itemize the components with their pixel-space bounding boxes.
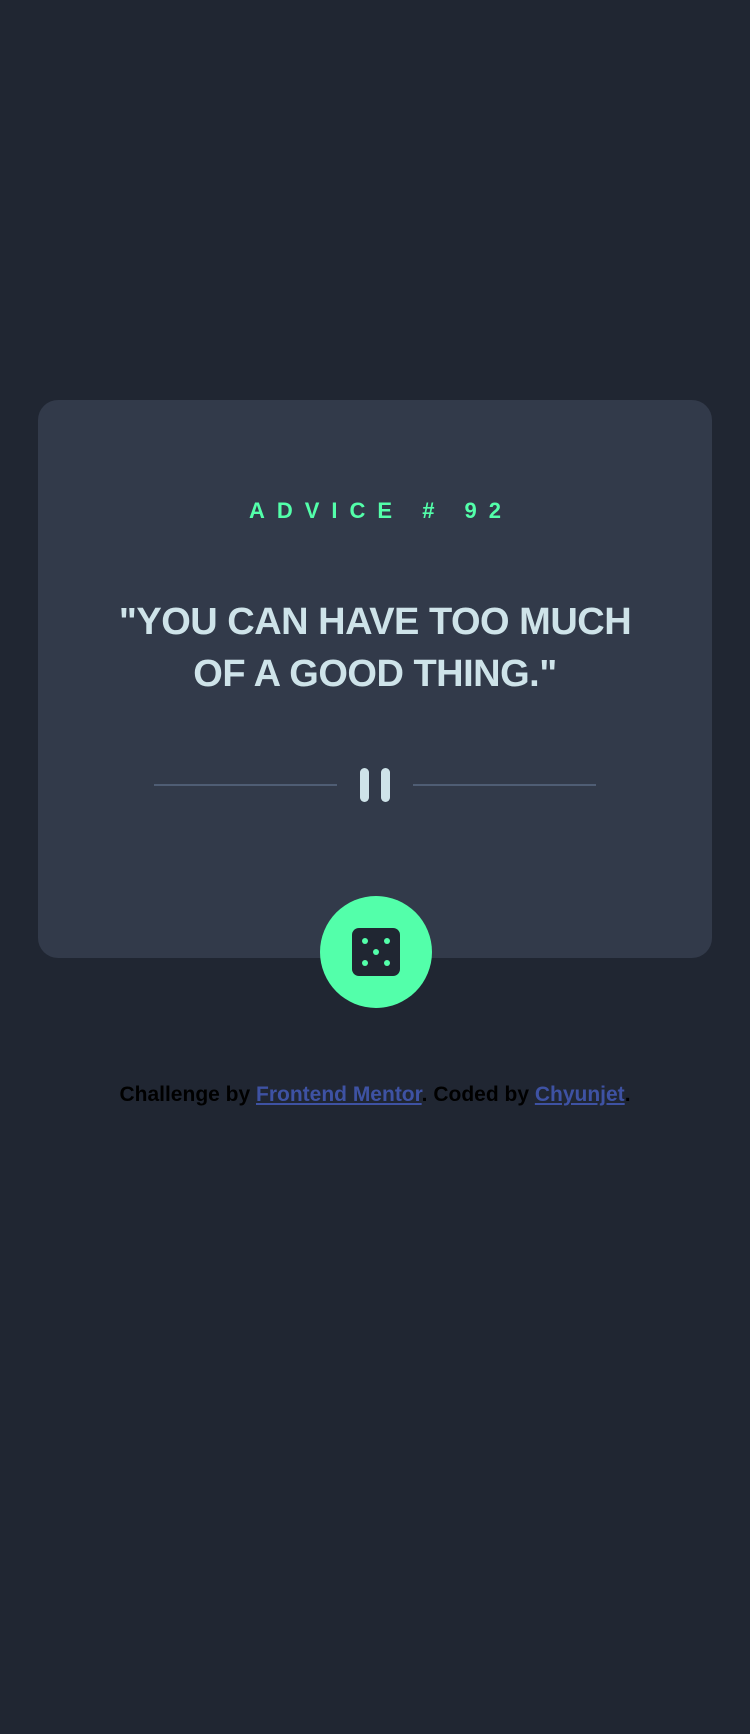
- attribution-middle: . Coded by: [421, 1083, 535, 1106]
- attribution-prefix: Challenge by: [119, 1083, 256, 1106]
- pattern-divider: [154, 768, 596, 802]
- dice-icon: [352, 928, 400, 976]
- advice-card: ADVICE # 92 "YOU CAN HAVE TOO MUCH OF A …: [38, 400, 712, 958]
- attribution-footer: Challenge by Frontend Mentor. Coded by C…: [0, 1080, 750, 1110]
- attribution-suffix: .: [624, 1083, 631, 1106]
- pause-divider-icon: [360, 768, 390, 802]
- divider-line-left: [154, 784, 337, 786]
- advice-id-label: ADVICE # 92: [248, 498, 514, 523]
- frontend-mentor-link[interactable]: Frontend Mentor: [256, 1083, 422, 1106]
- new-advice-dice-button[interactable]: [320, 896, 432, 1008]
- divider-line-right: [413, 784, 596, 786]
- author-link[interactable]: Chyunjet: [535, 1083, 625, 1106]
- advice-quote: "YOU CAN HAVE TOO MUCH OF A GOOD THING.": [118, 601, 632, 695]
